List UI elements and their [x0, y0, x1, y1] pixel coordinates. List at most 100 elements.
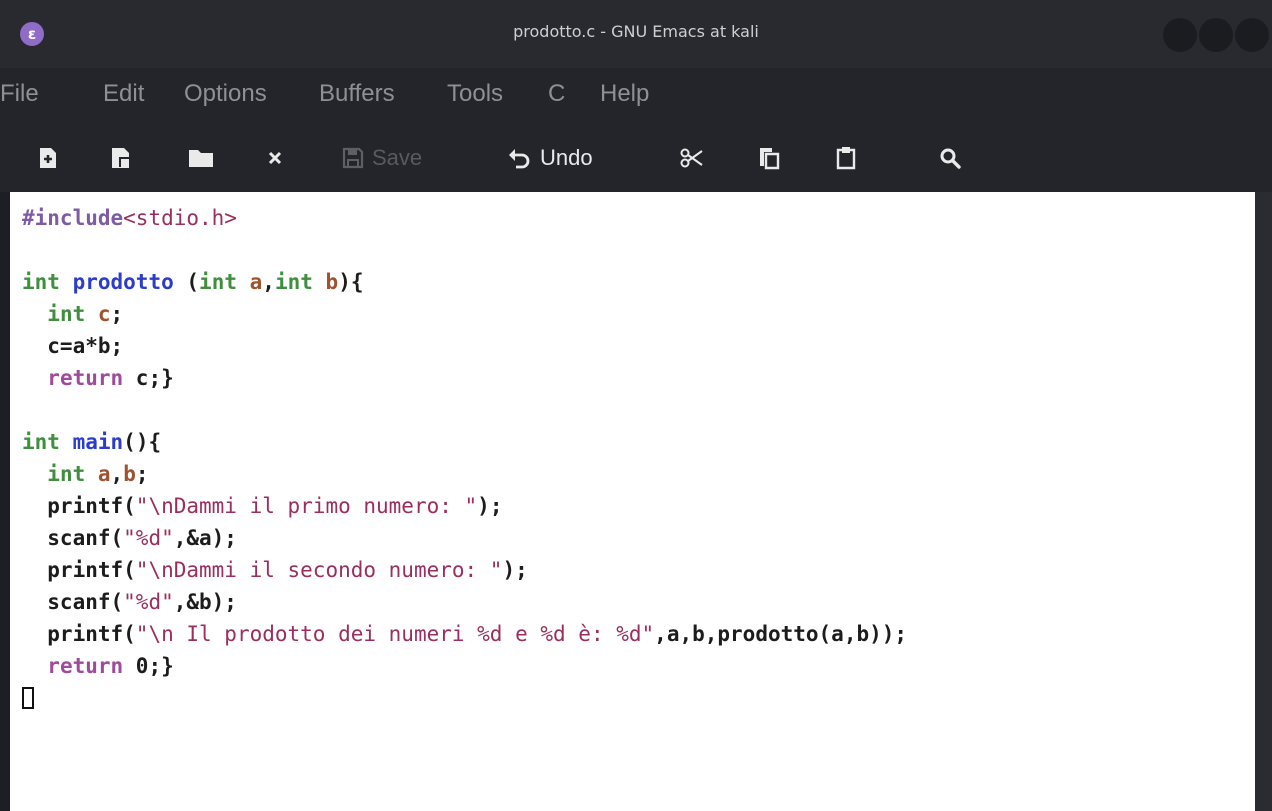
code-line[interactable]: printf("\nDammi il secondo numero: "); [22, 554, 907, 586]
code-token: "\nDammi il primo numero: " [135, 494, 478, 518]
code-line[interactable]: return 0;} [22, 650, 907, 682]
paste-button[interactable] [836, 142, 856, 174]
code-token: int [274, 270, 313, 294]
code-token: , [110, 462, 124, 486]
window-border [1255, 192, 1272, 811]
code-token: return [47, 366, 124, 390]
code-line[interactable]: scanf("%d",&b); [22, 586, 907, 618]
search-button[interactable] [939, 142, 961, 174]
code-token: ){ [338, 270, 364, 294]
code-line[interactable]: c=a*b; [22, 330, 907, 362]
code-token: ); [477, 494, 503, 518]
cut-button[interactable] [680, 142, 704, 174]
search-icon [940, 148, 961, 169]
code-token: scanf( [22, 526, 124, 550]
undo-label: Undo [540, 145, 593, 170]
minimize-button[interactable] [1163, 18, 1197, 52]
code-token: int [22, 270, 60, 294]
code-line[interactable]: int main(){ [22, 426, 907, 458]
code-line[interactable]: printf("\n Il prodotto dei numeri %d e %… [22, 618, 907, 650]
code-token: scanf( [22, 590, 124, 614]
code-token: int [47, 302, 86, 326]
code-token: (){ [123, 430, 162, 454]
save-button[interactable]: Save [342, 142, 422, 174]
open-directory-button[interactable] [188, 142, 214, 174]
menu-tools[interactable]: Tools [447, 80, 503, 108]
new-file-icon [40, 148, 56, 168]
code-token: #include [22, 206, 124, 230]
window-title: prodotto.c - GNU Emacs at kali [513, 22, 759, 41]
paste-icon [836, 147, 856, 170]
source-code[interactable]: #include<stdio.h> int prodotto (int a,in… [22, 202, 907, 714]
code-token: int [22, 430, 60, 454]
code-line[interactable]: int a,b; [22, 458, 907, 490]
code-token: "\nDammi il secondo numero: " [135, 558, 503, 582]
open-directory-icon [189, 150, 213, 167]
cut-icon [680, 148, 703, 168]
code-token: ; [135, 462, 149, 486]
code-token: printf( [22, 494, 136, 518]
code-line[interactable]: scanf("%d",&a); [22, 522, 907, 554]
close-window-button[interactable] [1235, 18, 1269, 52]
code-line[interactable]: return c;} [22, 362, 907, 394]
open-file-button[interactable] [110, 142, 132, 174]
code-token: b [325, 270, 339, 294]
new-file-button[interactable] [38, 142, 58, 174]
save-label: Save [372, 145, 423, 170]
menu-buffers[interactable]: Buffers [319, 80, 395, 108]
code-token: int [199, 270, 237, 294]
code-token: ,&a); [173, 526, 237, 550]
cursor-line[interactable] [22, 682, 907, 714]
code-line[interactable] [22, 234, 907, 266]
undo-icon [509, 149, 530, 169]
code-token: c;} [123, 366, 174, 390]
code-line[interactable]: printf("\nDammi il primo numero: "); [22, 490, 907, 522]
code-line[interactable] [22, 394, 907, 426]
menu-edit[interactable]: Edit [103, 80, 144, 108]
code-line[interactable]: int c; [22, 298, 907, 330]
maximize-button[interactable] [1199, 18, 1233, 52]
code-token: c=a*b; [22, 334, 124, 358]
copy-button[interactable] [758, 142, 780, 174]
code-token: printf( [22, 622, 136, 646]
title-bar[interactable]: ε prodotto.c - GNU Emacs at kali [0, 0, 1272, 68]
menu-options[interactable]: Options [184, 80, 267, 108]
code-token: a [97, 462, 111, 486]
save-icon [342, 147, 364, 169]
code-token: return [47, 654, 124, 678]
tool-bar: Save Undo [0, 126, 1272, 192]
code-token: ( [173, 270, 200, 294]
undo-button[interactable]: Undo [508, 142, 593, 174]
close-icon [268, 151, 282, 165]
code-token: , [262, 270, 275, 294]
code-token: ); [502, 558, 528, 582]
code-line[interactable]: #include<stdio.h> [22, 202, 907, 234]
menu-c[interactable]: C [548, 80, 565, 108]
open-file-icon [112, 148, 129, 168]
menu-bar: File Edit Options Buffers Tools C Help [0, 68, 1272, 126]
copy-icon [760, 148, 780, 170]
menu-file[interactable]: File [0, 80, 39, 108]
code-token: main [72, 430, 124, 454]
close-buffer-button[interactable] [267, 142, 283, 174]
editor-buffer[interactable]: #include<stdio.h> int prodotto (int a,in… [10, 192, 1255, 811]
code-token: b [123, 462, 136, 486]
menu-help[interactable]: Help [600, 80, 649, 108]
code-token: <stdio.h> [123, 206, 237, 230]
code-line[interactable]: int prodotto (int a,int b){ [22, 266, 907, 298]
code-token: printf( [22, 558, 136, 582]
code-token: ; [110, 302, 124, 326]
code-token: prodotto [72, 270, 174, 294]
code-token: ,a,b,prodotto(a,b)); [654, 622, 908, 646]
code-token: c [97, 302, 111, 326]
